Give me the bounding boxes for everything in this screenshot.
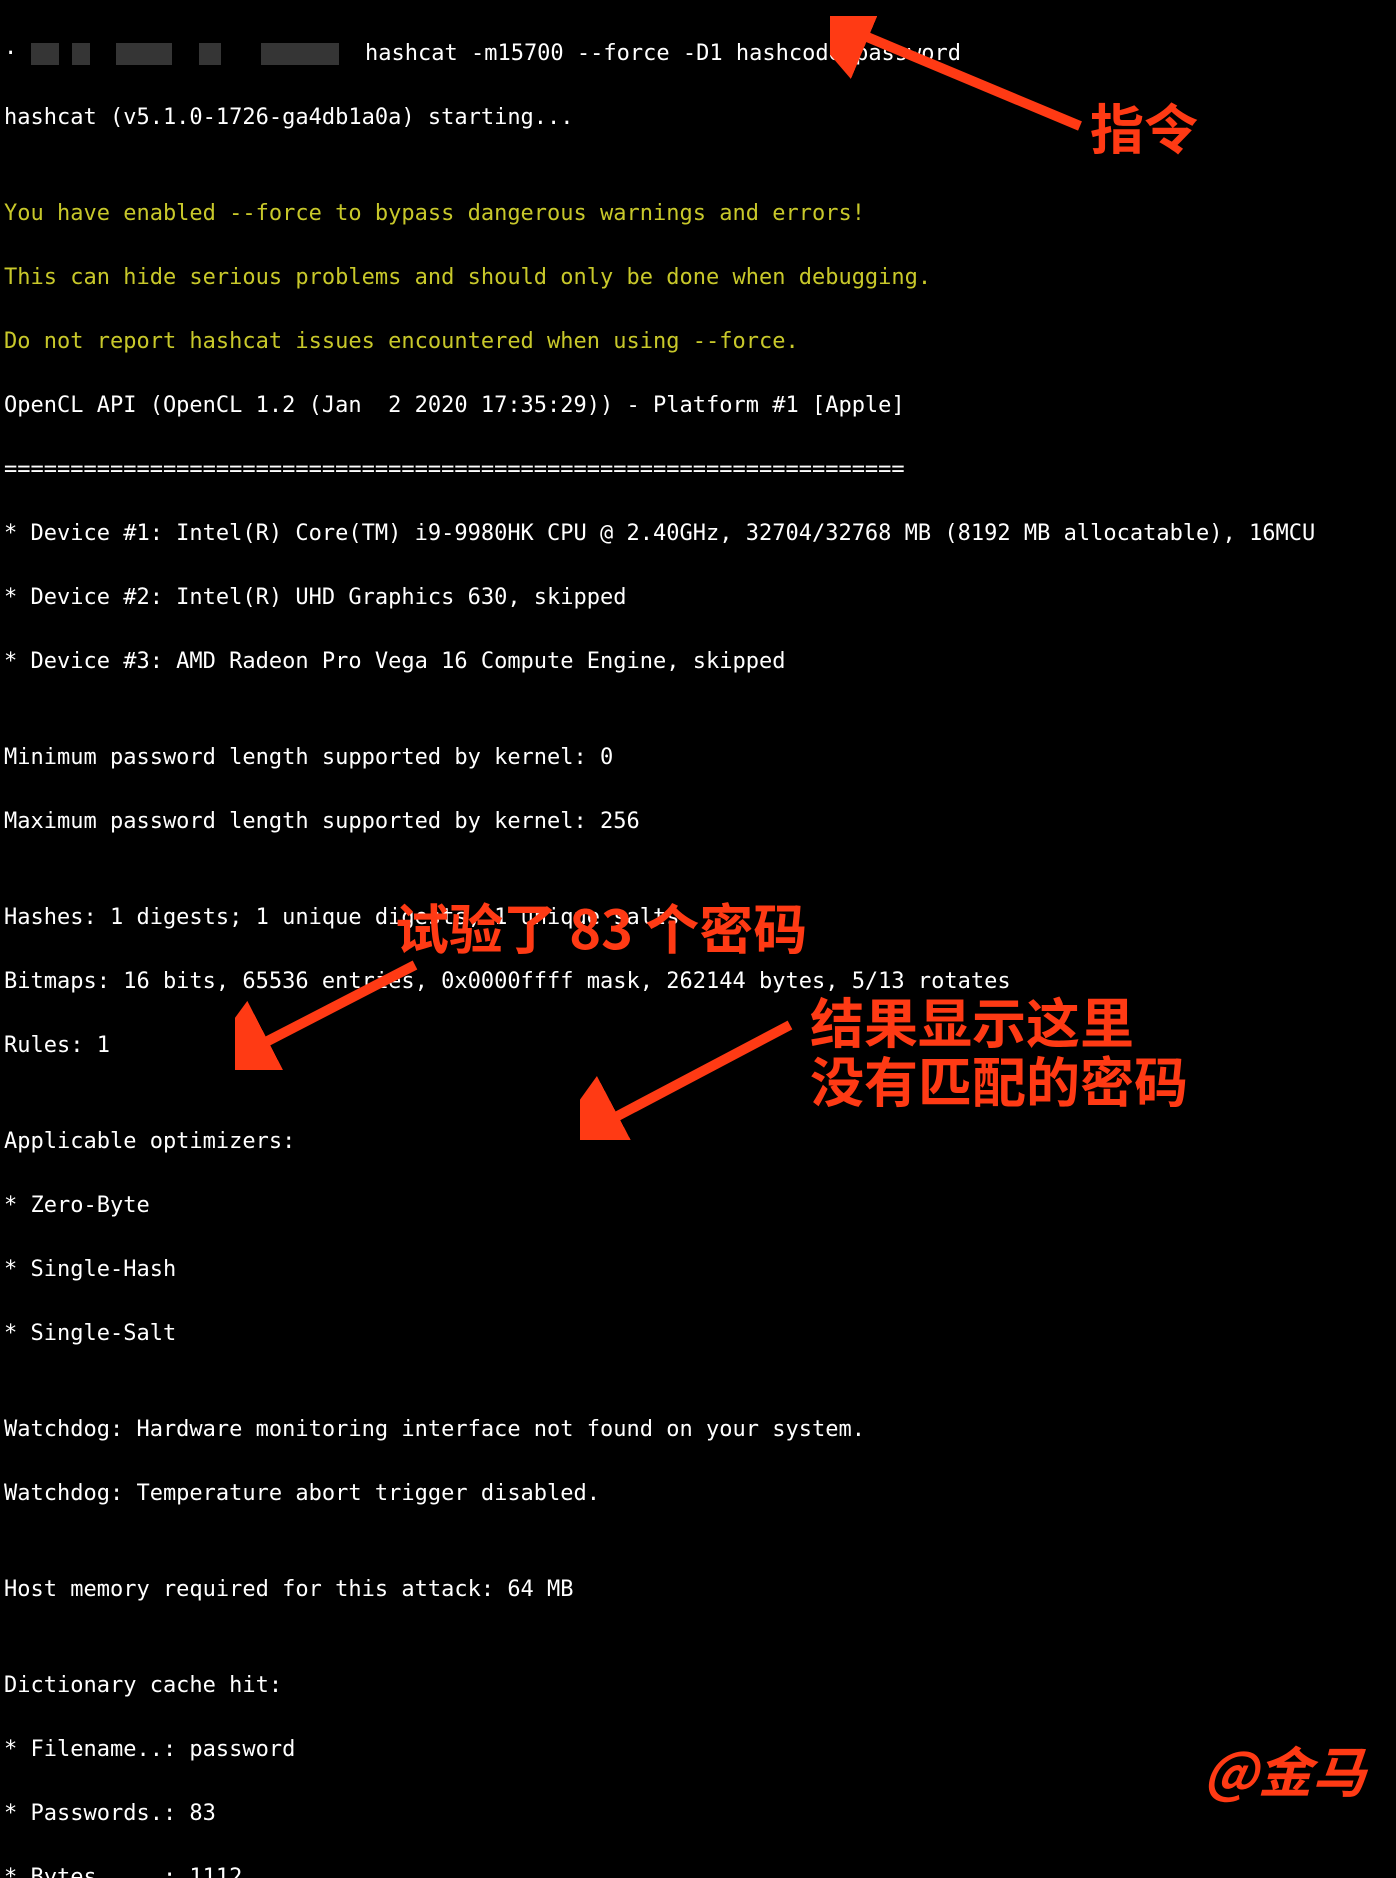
min-password-line: Minimum password length supported by ker… bbox=[4, 742, 1392, 774]
prompt-line: · hashcat -m15700 --force -D1 hashcode p… bbox=[4, 38, 1392, 70]
bytes-line: * Bytes.....: 1112 bbox=[4, 1862, 1392, 1878]
device-2-line: * Device #2: Intel(R) UHD Graphics 630, … bbox=[4, 582, 1392, 614]
hashes-line: Hashes: 1 digests; 1 unique digests, 1 u… bbox=[4, 902, 1392, 934]
warn-line-2: This can hide serious problems and shoul… bbox=[4, 262, 1392, 294]
opencl-line: OpenCL API (OpenCL 1.2 (Jan 2 2020 17:35… bbox=[4, 390, 1392, 422]
host-memory-line: Host memory required for this attack: 64… bbox=[4, 1574, 1392, 1606]
redacted-block bbox=[199, 43, 221, 65]
passwords-line: * Passwords.: 83 bbox=[4, 1798, 1392, 1830]
bitmaps-line: Bitmaps: 16 bits, 65536 entries, 0x0000f… bbox=[4, 966, 1392, 998]
terminal-output: · hashcat -m15700 --force -D1 hashcode p… bbox=[0, 0, 1396, 1878]
optimizer-2: * Single-Hash bbox=[4, 1254, 1392, 1286]
optimizer-1: * Zero-Byte bbox=[4, 1190, 1392, 1222]
starting-line: hashcat (v5.1.0-1726-ga4db1a0a) starting… bbox=[4, 102, 1392, 134]
watchdog-line-2: Watchdog: Temperature abort trigger disa… bbox=[4, 1478, 1392, 1510]
optimizers-header: Applicable optimizers: bbox=[4, 1126, 1392, 1158]
command-text: hashcat -m15700 --force -D1 hashcode pas… bbox=[365, 41, 961, 66]
filename-line: * Filename..: password bbox=[4, 1734, 1392, 1766]
device-3-line: * Device #3: AMD Radeon Pro Vega 16 Comp… bbox=[4, 646, 1392, 678]
redacted-block bbox=[116, 43, 172, 65]
redacted-block bbox=[72, 43, 90, 65]
device-1-line: * Device #1: Intel(R) Core(TM) i9-9980HK… bbox=[4, 518, 1392, 550]
redacted-block bbox=[31, 43, 59, 65]
redacted-block bbox=[261, 43, 339, 65]
warn-line-1: You have enabled --force to bypass dange… bbox=[4, 198, 1392, 230]
prompt-dot: · bbox=[4, 41, 31, 66]
dict-cache-line: Dictionary cache hit: bbox=[4, 1670, 1392, 1702]
max-password-line: Maximum password length supported by ker… bbox=[4, 806, 1392, 838]
optimizer-3: * Single-Salt bbox=[4, 1318, 1392, 1350]
separator-line: ========================================… bbox=[4, 454, 1392, 486]
warn-line-3: Do not report hashcat issues encountered… bbox=[4, 326, 1392, 358]
watchdog-line-1: Watchdog: Hardware monitoring interface … bbox=[4, 1414, 1392, 1446]
rules-line: Rules: 1 bbox=[4, 1030, 1392, 1062]
